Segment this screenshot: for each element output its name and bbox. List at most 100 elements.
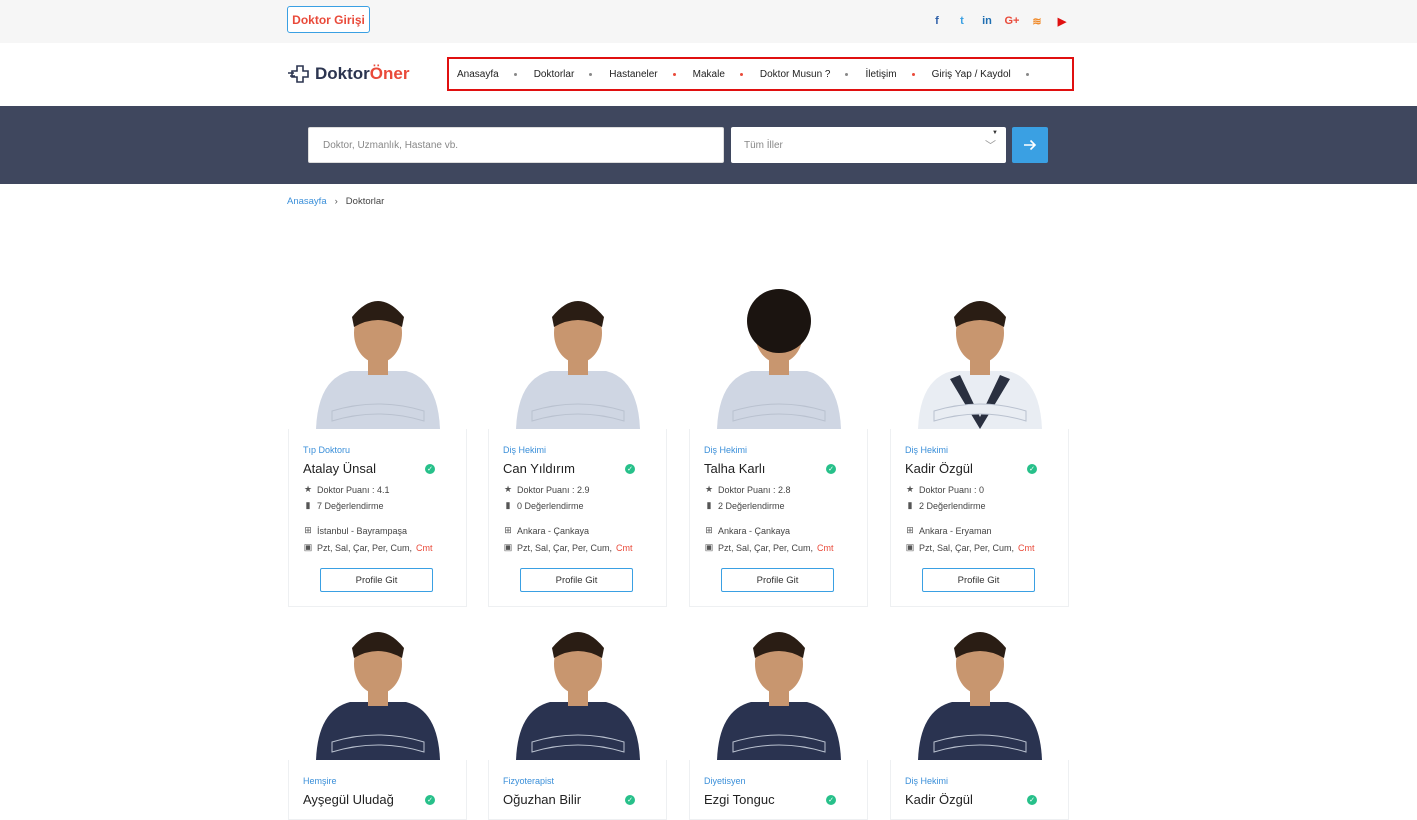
verified-check-icon: ✓ [1027,795,1037,805]
nav-item-6[interactable]: Giriş Yap / Kaydol [932,69,1046,80]
youtube-icon[interactable]: ▶ [1054,13,1070,29]
doctor-reviews: ▮ 0 Değerlendirme [503,500,584,511]
location-text: Ankara - Çankaya [718,525,791,536]
location-text: Ankara - Eryaman [919,525,992,536]
calendar-icon: ▣ [303,542,313,552]
doctor-name[interactable]: Ayşegül Uludağ [303,792,394,807]
facebook-icon[interactable]: f [929,13,945,29]
star-icon: ★ [303,484,313,494]
doctor-photo[interactable] [488,618,667,760]
doctor-name[interactable]: Atalay Ünsal [303,461,376,476]
rating-text: Doktor Puanı : 2.9 [517,484,590,495]
search-input[interactable]: Doktor, Uzmanlık, Hastane vb. [308,127,724,163]
nav-item-0[interactable]: Anasayfa [457,69,534,80]
doctor-name[interactable]: Oğuzhan Bilir [503,792,581,807]
clipboard-icon: ▮ [505,500,511,510]
doctor-photo[interactable] [488,287,667,429]
linkedin-icon[interactable]: in [979,13,995,29]
doctor-specialty: Fizyoterapist [503,776,555,786]
arrow-right-icon [1024,139,1037,151]
breadcrumb-current: Doktorlar [345,196,385,207]
doctor-work-days: ▣ Pzt, Sal, Çar, Per, Cum, Cmt [303,542,433,553]
calendar-icon: ▣ [503,542,513,552]
doctor-login-button[interactable]: Doktor Girişi [287,6,370,33]
nav-item-3[interactable]: Makale [693,69,760,80]
twitter-icon[interactable]: t [954,13,970,29]
hospital-icon: ⊞ [906,525,914,535]
doctor-work-days: ▣ Pzt, Sal, Çar, Per, Cum, Cmt [503,542,633,553]
verified-check-icon: ✓ [625,795,635,805]
doctor-photo[interactable] [288,618,467,760]
doctor-name[interactable]: Kadir Özgül [905,792,973,807]
doctor-photo[interactable] [288,287,467,429]
days-text: Pzt, Sal, Çar, Per, Cum, [718,542,814,553]
nav-item-label: İletişim [865,68,897,80]
hospital-icon: ⊞ [705,525,713,535]
rating-text: Doktor Puanı : 0 [919,484,985,495]
doctor-specialty: Tıp Doktoru [303,445,351,455]
profile-button[interactable]: Profile Git [520,568,633,592]
doctor-card [288,760,467,820]
doctor-photo[interactable] [689,287,868,429]
site-logo[interactable]: Doktor Öner [288,62,409,86]
social-links: f t in G+ ≋ ▶ [929,13,1070,29]
reviews-text: 2 Değerlendirme [919,500,986,511]
days-text: Pzt, Sal, Çar, Per, Cum, [919,542,1015,553]
verified-check-icon: ✓ [826,795,836,805]
breadcrumb: Anasayfa › Doktorlar [287,196,384,207]
doctor-photo[interactable] [890,618,1069,760]
clipboard-icon: ▮ [907,500,913,510]
doctor-work-days: ▣ Pzt, Sal, Çar, Per, Cum, Cmt [905,542,1035,553]
nav-separator-dot [1025,72,1029,76]
nav-item-5[interactable]: İletişim [865,69,931,80]
doctor-name[interactable]: Ezgi Tonguc [704,792,775,807]
rss-icon[interactable]: ≋ [1029,13,1045,29]
nav-item-2[interactable]: Hastaneler [609,69,692,80]
top-bar [0,0,1417,43]
rating-text: Doktor Puanı : 2.8 [718,484,791,495]
doctor-specialty: Diş Hekimi [905,445,949,455]
nav-separator-dot [845,72,849,76]
profile-button[interactable]: Profile Git [922,568,1035,592]
days-text: Pzt, Sal, Çar, Per, Cum, [317,542,413,553]
nav-item-label: Doktor Musun ? [759,68,831,80]
calendar-icon: ▣ [704,542,714,552]
nav-item-1[interactable]: Doktorlar [534,69,610,80]
calendar-icon: ▣ [905,542,915,552]
profile-button[interactable]: Profile Git [320,568,433,592]
star-icon: ★ [704,484,714,494]
location-text: İstanbul - Bayrampaşa [317,525,408,536]
city-select[interactable]: Tüm İller ▼ ﹀ [731,127,1006,163]
doctor-name[interactable]: Can Yıldırım [503,461,575,476]
breadcrumb-home[interactable]: Anasayfa [287,196,327,207]
nav-separator-dot [911,72,915,76]
cross-logo-icon [288,65,309,83]
caret-icon: ▼ [992,130,998,136]
doctor-location: ⊞ İstanbul - Bayrampaşa [303,525,407,536]
doctor-location: ⊞ Ankara - Eryaman [905,525,992,536]
doctor-location: ⊞ Ankara - Çankaya [704,525,790,536]
rating-text: Doktor Puanı : 4.1 [317,484,390,495]
logo-text-doktor: Doktor [315,64,370,83]
nav-item-4[interactable]: Doktor Musun ? [760,69,866,80]
doctor-name[interactable]: Kadir Özgül [905,461,973,476]
doctor-card [890,760,1069,820]
doctor-photo[interactable] [689,618,868,760]
hospital-icon: ⊞ [504,525,512,535]
nav-separator-dot [513,72,517,76]
doctor-name[interactable]: Talha Karlı [704,461,765,476]
star-icon: ★ [503,484,513,494]
doctor-photo[interactable] [890,287,1069,429]
verified-check-icon: ✓ [425,795,435,805]
doctor-specialty: Diş Hekimi [704,445,748,455]
nav-item-label: Anasayfa [457,68,499,80]
logo-text-oner: Öner [369,64,410,83]
doctor-reviews: ▮ 2 Değerlendirme [905,500,986,511]
chevron-down-icon: ﹀ [985,140,996,152]
days-extra-text: Cmt [616,542,633,553]
reviews-text: 7 Değerlendirme [317,500,384,511]
doctor-specialty: Hemşire [303,776,337,786]
google-plus-icon[interactable]: G+ [1004,13,1020,29]
profile-button[interactable]: Profile Git [721,568,834,592]
search-submit-button[interactable] [1012,127,1048,163]
